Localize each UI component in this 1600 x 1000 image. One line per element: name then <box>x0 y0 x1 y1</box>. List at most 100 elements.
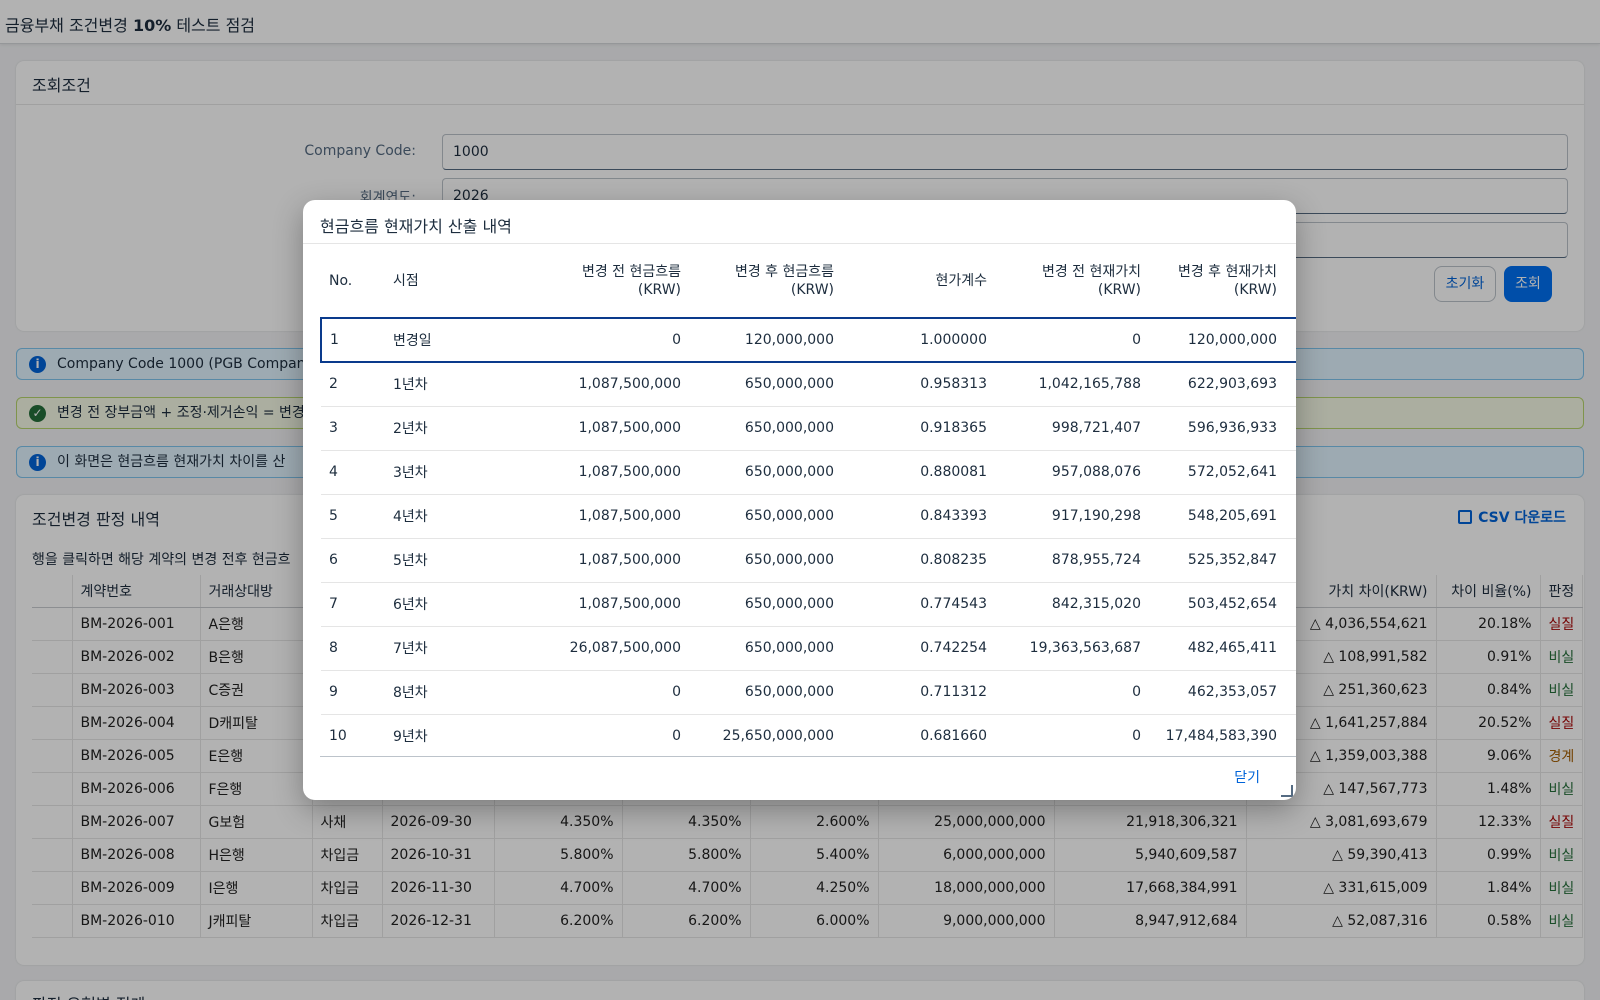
cell-factor: 0.711312 <box>842 670 995 715</box>
cell-pv-before: 1,042,165,788 <box>995 362 1149 407</box>
cell-cf-after: 650,000,000 <box>689 626 842 671</box>
resize-handle-icon[interactable] <box>1281 785 1293 797</box>
close-button[interactable]: 닫기 <box>1234 767 1260 787</box>
cell-pv-before: 998,721,407 <box>995 406 1149 451</box>
cell-no: 5 <box>321 494 385 539</box>
cell-cf-after: 25,650,000,000 <box>689 714 842 757</box>
table-row[interactable]: 2 1년차 1,087,500,000 650,000,000 0.958313 1,04… <box>321 362 1296 407</box>
cell-pv-after: 17,484,583,390 <box>1165 728 1277 744</box>
cell-cf-after: 650,000,000 <box>689 362 842 407</box>
pv-detail-table: No. 시점 변경 전 현금흐름 (KRW) 변경 후 현금흐름 (KRW) 현가계… <box>320 244 1296 757</box>
cell-pv-before: 878,955,724 <box>995 538 1149 583</box>
column-header-factor[interactable]: 현가계수 <box>842 244 995 319</box>
cell-pv-after: 482,465,411 <box>1187 640 1277 656</box>
cell-pv-after: 572,052,641 <box>1187 464 1277 480</box>
cell-cf-after: 650,000,000 <box>689 494 842 539</box>
cell-cf-after: 650,000,000 <box>689 670 842 715</box>
column-header-period[interactable]: 시점 <box>385 244 495 319</box>
cell-no: 7 <box>321 582 385 627</box>
cell-pv-after-wrap: 596,936,933 <box>1149 406 1296 451</box>
cell-factor: 0.681660 <box>842 714 995 757</box>
cell-pv-after: 596,936,933 <box>1187 420 1277 436</box>
cell-cf-before: 26,087,500,000 <box>495 626 689 671</box>
cell-pv-after: 525,352,847 <box>1187 552 1277 568</box>
cell-cf-before: 1,087,500,000 <box>495 538 689 583</box>
cell-cf-before: 1,087,500,000 <box>495 406 689 451</box>
cell-no: 2 <box>321 362 385 407</box>
column-header-pv-after[interactable]: 변경 후 현재가치 (KRW) <box>1149 244 1296 319</box>
cell-cf-after: 650,000,000 <box>689 450 842 495</box>
cell-period: 7년차 <box>385 626 495 671</box>
cell-factor: 0.843393 <box>842 494 995 539</box>
cell-pv-before: 917,190,298 <box>995 494 1149 539</box>
table-row[interactable]: 6 5년차 1,087,500,000 650,000,000 0.808235 878,… <box>321 538 1296 583</box>
cell-period: 5년차 <box>385 538 495 583</box>
cell-pv-after-wrap: 482,465,411 <box>1149 626 1296 671</box>
cell-cf-after: 650,000,000 <box>689 406 842 451</box>
cell-factor: 0.774543 <box>842 582 995 627</box>
cell-pv-after-wrap: 17,484,583,390 <box>1149 714 1296 757</box>
cell-factor: 1.000000 <box>842 317 995 363</box>
cell-period: 변경일 <box>385 317 495 363</box>
table-row[interactable]: 1 변경일 0 120,000,000 1.000000 0 120,000,000 <box>320 317 1296 363</box>
cell-no: 6 <box>321 538 385 583</box>
table-row[interactable]: 10 9년차 0 25,650,000,000 0.681660 0 17,484,583,… <box>321 714 1296 757</box>
cell-no: 3 <box>321 406 385 451</box>
cell-pv-after: 503,452,654 <box>1187 596 1277 612</box>
cell-factor: 0.880081 <box>842 450 995 495</box>
cell-factor: 0.742254 <box>842 626 995 671</box>
cell-pv-after-wrap: 525,352,847 <box>1149 538 1296 583</box>
cell-cf-after: 120,000,000 <box>689 317 842 363</box>
cell-no: 10 <box>321 714 385 757</box>
table-row[interactable]: 7 6년차 1,087,500,000 650,000,000 0.774543 842,… <box>321 582 1296 627</box>
cell-pv-before: 957,088,076 <box>995 450 1149 495</box>
cell-period: 6년차 <box>385 582 495 627</box>
table-row[interactable]: 4 3년차 1,087,500,000 650,000,000 0.880081 957,… <box>321 450 1296 495</box>
cell-period: 3년차 <box>385 450 495 495</box>
cell-pv-before: 0 <box>995 714 1149 757</box>
dialog-table-scroll[interactable]: No. 시점 변경 전 현금흐름 (KRW) 변경 후 현금흐름 (KRW) 현가계… <box>320 244 1296 757</box>
cell-pv-after-wrap: 503,452,654 <box>1149 582 1296 627</box>
cell-cf-before: 1,087,500,000 <box>495 450 689 495</box>
cell-no: 4 <box>321 450 385 495</box>
pv-detail-dialog: 현금흐름 현재가치 산출 내역 No. 시점 변경 전 현금흐름 (KRW) 변경… <box>303 200 1296 800</box>
cell-pv-after: 622,903,693 <box>1187 376 1277 393</box>
column-header-pv-before[interactable]: 변경 전 현재가치 (KRW) <box>995 244 1149 319</box>
cell-pv-after-wrap: 548,205,691 <box>1149 494 1296 539</box>
cell-pv-before: 842,315,020 <box>995 582 1149 627</box>
table-row[interactable]: 5 4년차 1,087,500,000 650,000,000 0.843393 917,… <box>321 494 1296 539</box>
cell-cf-after: 650,000,000 <box>689 582 842 627</box>
cell-factor: 0.808235 <box>842 538 995 583</box>
table-row[interactable]: 9 8년차 0 650,000,000 0.711312 0 462,353,057 <box>321 670 1296 715</box>
cell-no: 9 <box>321 670 385 715</box>
cell-period: 4년차 <box>385 494 495 539</box>
cell-cf-before: 1,087,500,000 <box>495 362 689 407</box>
dialog-footer-divider <box>320 756 1296 757</box>
column-header-no[interactable]: No. <box>321 244 385 319</box>
column-header-cf-after[interactable]: 변경 후 현금흐름 (KRW) <box>689 244 842 319</box>
cell-cf-before: 1,087,500,000 <box>495 494 689 539</box>
cell-period: 1년차 <box>385 362 495 407</box>
cell-pv-before: 0 <box>995 670 1149 715</box>
cell-period: 9년차 <box>385 714 495 757</box>
cell-pv-after: 462,353,057 <box>1187 684 1277 700</box>
cell-factor: 0.918365 <box>842 406 995 451</box>
cell-cf-before: 0 <box>495 317 689 363</box>
cell-factor: 0.958313 <box>842 362 995 407</box>
cell-cf-before: 0 <box>495 714 689 757</box>
cell-period: 8년차 <box>385 670 495 715</box>
column-header-cf-before[interactable]: 변경 전 현금흐름 (KRW) <box>495 244 689 319</box>
cell-cf-after: 650,000,000 <box>689 538 842 583</box>
cell-pv-after-wrap: 120,000,000 <box>1149 317 1296 363</box>
cell-pv-after: 548,205,691 <box>1187 508 1277 524</box>
table-row[interactable]: 3 2년차 1,087,500,000 650,000,000 0.918365 998,… <box>321 406 1296 451</box>
cell-cf-before: 0 <box>495 670 689 715</box>
cell-cf-before: 1,087,500,000 <box>495 582 689 627</box>
cell-pv-after-wrap: 462,353,057 <box>1149 670 1296 715</box>
table-row[interactable]: 8 7년차 26,087,500,000 650,000,000 0.742254 19,… <box>321 626 1296 671</box>
cell-pv-before: 0 <box>995 317 1149 363</box>
cell-period: 2년차 <box>385 406 495 451</box>
cell-pv-after-wrap: 622,903,693 <box>1149 362 1296 407</box>
cell-pv-after: 120,000,000 <box>1187 332 1277 348</box>
dialog-title: 현금흐름 현재가치 산출 내역 <box>320 217 512 236</box>
